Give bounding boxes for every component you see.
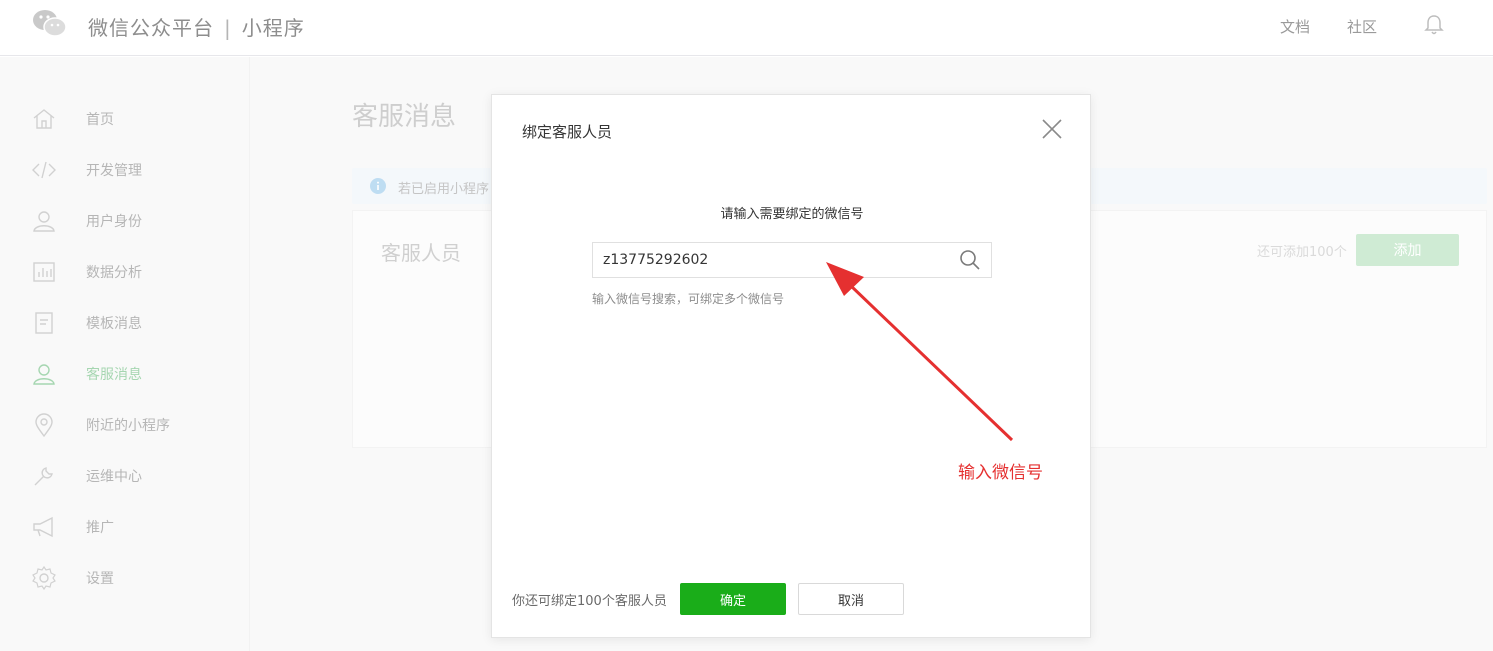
annotation-label: 输入微信号 <box>958 463 1043 483</box>
cancel-button[interactable]: 取消 <box>798 583 904 615</box>
wechat-id-input[interactable] <box>593 243 951 277</box>
community-link[interactable]: 社区 <box>1347 16 1377 37</box>
confirm-button[interactable]: 确定 <box>680 583 786 615</box>
docs-link[interactable]: 文档 <box>1280 16 1310 37</box>
brand-name: 微信公众平台 <box>88 16 214 40</box>
bind-staff-dialog: 绑定客服人员 请输入需要绑定的微信号 输入微信号搜索，可绑定多个微信号 你还可绑… <box>491 94 1091 638</box>
dialog-prompt: 请输入需要绑定的微信号 <box>720 207 864 222</box>
bell-icon[interactable] <box>1424 14 1444 36</box>
search-hint: 输入微信号搜索，可绑定多个微信号 <box>592 292 785 306</box>
dialog-title: 绑定客服人员 <box>522 123 613 141</box>
brand-title[interactable]: 微信公众平台 | 小程序 <box>88 12 305 41</box>
section-name: 小程序 <box>241 16 305 40</box>
brand-separator: | <box>224 16 232 40</box>
search-icon[interactable] <box>959 249 981 271</box>
wechat-search-box <box>592 242 992 278</box>
close-icon[interactable] <box>1040 117 1064 141</box>
wechat-logo-icon <box>33 10 67 37</box>
top-bar: 微信公众平台 | 小程序 文档 社区 <box>0 0 1493 56</box>
bind-remaining-text: 你还可绑定100个客服人员 <box>512 594 667 609</box>
